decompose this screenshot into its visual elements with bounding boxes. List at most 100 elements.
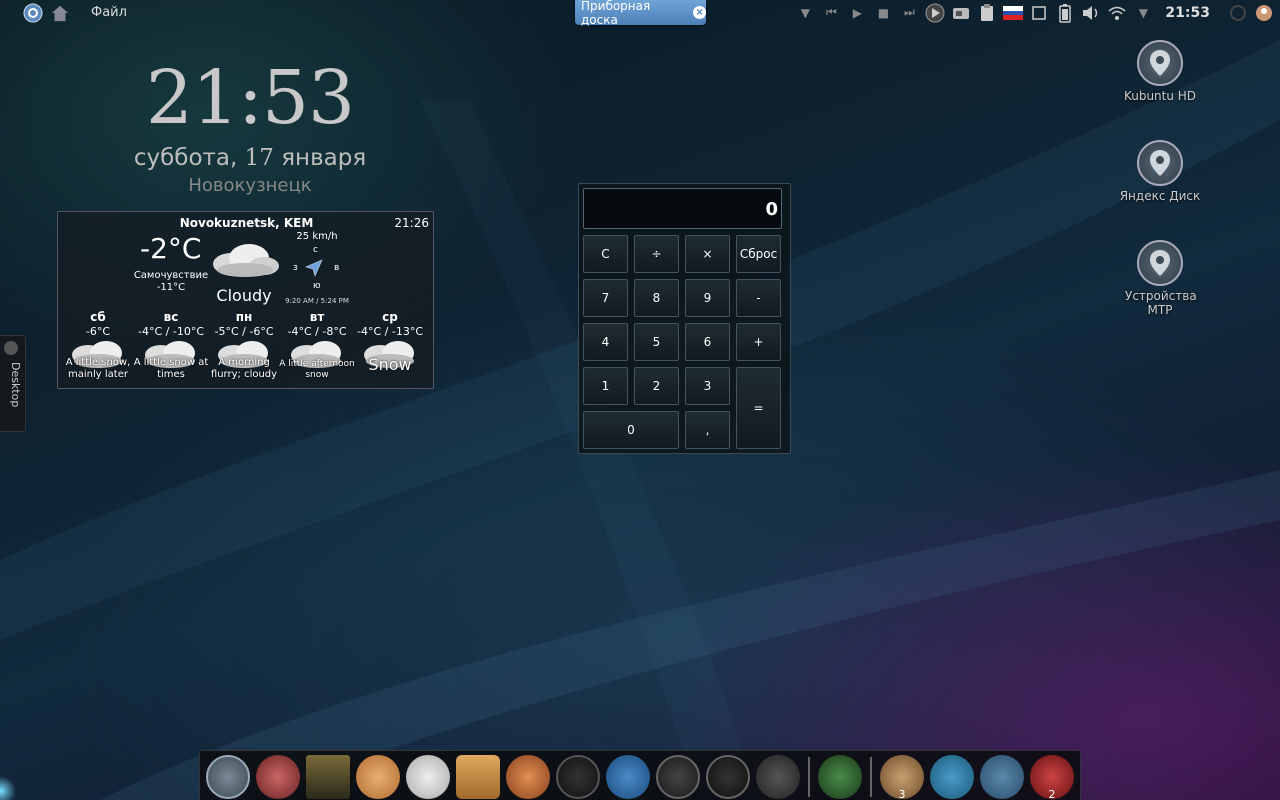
- tray-expand-icon[interactable]: ▼: [1133, 3, 1153, 23]
- snow-cloud-icon: A little snow at times: [133, 339, 209, 380]
- activity-icon[interactable]: [1228, 3, 1248, 23]
- weather-widget[interactable]: Novokuznetsk, KEM 21:26 -2°C Самочувстви…: [57, 211, 434, 389]
- wind-dir-west: з: [293, 263, 298, 273]
- digit-4-button[interactable]: 4: [583, 323, 628, 361]
- mail-icon[interactable]: [406, 755, 450, 799]
- music-player-icon[interactable]: [980, 755, 1024, 799]
- reset-button[interactable]: Сброс: [736, 235, 781, 273]
- panel-clock[interactable]: 21:53: [1165, 5, 1210, 21]
- feels-like-label: Самочувствие: [133, 270, 209, 281]
- minus-button[interactable]: -: [736, 279, 781, 317]
- forecast-day: вс -4°C / -10°C A little snow at times: [133, 310, 209, 380]
- dashboard-tab[interactable]: Приборная доска ×: [575, 0, 706, 27]
- digit-0-button[interactable]: 0: [583, 411, 679, 449]
- dropdown-arrow-icon[interactable]: ▼: [795, 3, 815, 23]
- digit-8-button[interactable]: 8: [634, 279, 679, 317]
- desktop-tab-label: Desktop: [9, 362, 22, 408]
- play-app-icon[interactable]: [706, 755, 750, 799]
- next-track-icon[interactable]: ⏭: [899, 3, 919, 23]
- forecast-desc: Snow: [368, 355, 412, 374]
- terminal-icon[interactable]: [656, 755, 700, 799]
- digit-9-button[interactable]: 9: [685, 279, 730, 317]
- folder-icon[interactable]: [930, 755, 974, 799]
- dock-separator: [870, 757, 872, 797]
- media-player-icon[interactable]: [925, 3, 945, 23]
- corner-glow: [0, 776, 16, 800]
- file-manager-icon[interactable]: [456, 755, 500, 799]
- digit-7-button[interactable]: 7: [583, 279, 628, 317]
- feels-like: Самочувствие -11°C: [130, 270, 212, 294]
- close-dashboard-icon[interactable]: ×: [693, 6, 706, 19]
- snow-cloud-icon: Snow: [352, 339, 428, 377]
- desktop-icon-kubuntu-hd[interactable]: Kubuntu HD: [1105, 40, 1215, 103]
- forecast-day-name: вт: [309, 310, 325, 324]
- home-icon[interactable]: [50, 3, 70, 23]
- system-settings-icon[interactable]: [206, 755, 250, 799]
- top-panel: Файл Приборная доска × ▼ ⏮ ▶ ■ ⏭ ▼ 21:53: [0, 0, 1280, 27]
- download-icon[interactable]: [556, 755, 600, 799]
- clipboard-icon[interactable]: [977, 3, 997, 23]
- forecast-desc: A morning flurry; cloudy: [210, 357, 278, 380]
- media-player-dog-icon[interactable]: [256, 755, 300, 799]
- feels-like-value: -11°C: [156, 282, 186, 293]
- cloudy-icon: [209, 240, 281, 284]
- red-app-icon[interactable]: 2: [1030, 755, 1074, 800]
- video-app-icon[interactable]: [756, 755, 800, 799]
- play-icon[interactable]: ▶: [847, 3, 867, 23]
- location-pin-icon: [1137, 240, 1183, 286]
- wind-dir-south: ю: [313, 281, 321, 291]
- desktop-toolbox-tab[interactable]: Desktop: [0, 335, 26, 432]
- forecast-day: сб -6°C A little snow, mainly later: [60, 310, 136, 380]
- weather-update-time: 21:26: [394, 216, 429, 230]
- stop-icon[interactable]: ■: [873, 3, 893, 23]
- checkbox-icon[interactable]: [1029, 3, 1049, 23]
- window-count-badge: 3: [898, 788, 906, 800]
- wind-dir-north: с: [313, 245, 318, 255]
- multiply-button[interactable]: ×: [685, 235, 730, 273]
- month: января: [281, 145, 367, 171]
- weekday: суббота,: [133, 145, 238, 171]
- file-menu[interactable]: Файл: [91, 5, 127, 20]
- kubuntu-launcher-icon[interactable]: [23, 3, 43, 23]
- firefox-icon[interactable]: [506, 755, 550, 799]
- forecast-day: ср -4°C / -13°C Snow: [352, 310, 428, 377]
- digit-1-button[interactable]: 1: [583, 367, 628, 405]
- image-viewer-icon[interactable]: [306, 755, 350, 799]
- globe-icon[interactable]: [818, 755, 862, 799]
- dock: 3 2: [199, 750, 1081, 800]
- snow-cloud-icon: A little snow, mainly later: [60, 339, 136, 380]
- device-notifier-icon[interactable]: [951, 3, 971, 23]
- forecast-day-name: пн: [235, 310, 253, 324]
- equals-button[interactable]: =: [736, 367, 781, 449]
- desktop-icon-yandex-disk[interactable]: Яндекс Диск: [1105, 140, 1215, 203]
- desktop-clock-time: 21:53: [145, 55, 355, 141]
- pen-tool-icon[interactable]: 3: [880, 755, 924, 800]
- pinwheel-app-icon[interactable]: [356, 755, 400, 799]
- forecast-temps: -4°C / -8°C: [287, 325, 347, 338]
- location-pin-icon: [1137, 40, 1183, 86]
- digit-5-button[interactable]: 5: [634, 323, 679, 361]
- wifi-icon[interactable]: [1107, 3, 1127, 23]
- location-pin-icon: [1137, 140, 1183, 186]
- snow-cloud-icon: A little afternoon snow: [279, 339, 355, 380]
- wind-arrow-icon: [304, 259, 324, 281]
- desktop-icon-label: Kubuntu HD: [1123, 89, 1197, 103]
- clear-button[interactable]: C: [583, 235, 628, 273]
- user-switch-icon[interactable]: [1254, 3, 1274, 23]
- divide-button[interactable]: ÷: [634, 235, 679, 273]
- digit-6-button[interactable]: 6: [685, 323, 730, 361]
- volume-icon[interactable]: [1081, 3, 1101, 23]
- wolf-app-icon[interactable]: [606, 755, 650, 799]
- digit-3-button[interactable]: 3: [685, 367, 730, 405]
- battery-icon[interactable]: [1055, 3, 1075, 23]
- forecast-desc: A little afternoon snow: [279, 359, 355, 380]
- plus-button[interactable]: +: [736, 323, 781, 361]
- digit-2-button[interactable]: 2: [634, 367, 679, 405]
- desktop-clock-city: Новокузнецк: [188, 175, 312, 196]
- weather-location: Novokuznetsk, KEM: [179, 216, 314, 230]
- desktop-icon-mtp-devices[interactable]: Устройства MTP: [1105, 240, 1215, 317]
- comma-button[interactable]: ,: [685, 411, 730, 449]
- previous-track-icon[interactable]: ⏮: [821, 3, 841, 23]
- forecast-day: вт -4°C / -8°C A little afternoon snow: [279, 310, 355, 380]
- keyboard-layout-flag-icon[interactable]: [1003, 3, 1024, 23]
